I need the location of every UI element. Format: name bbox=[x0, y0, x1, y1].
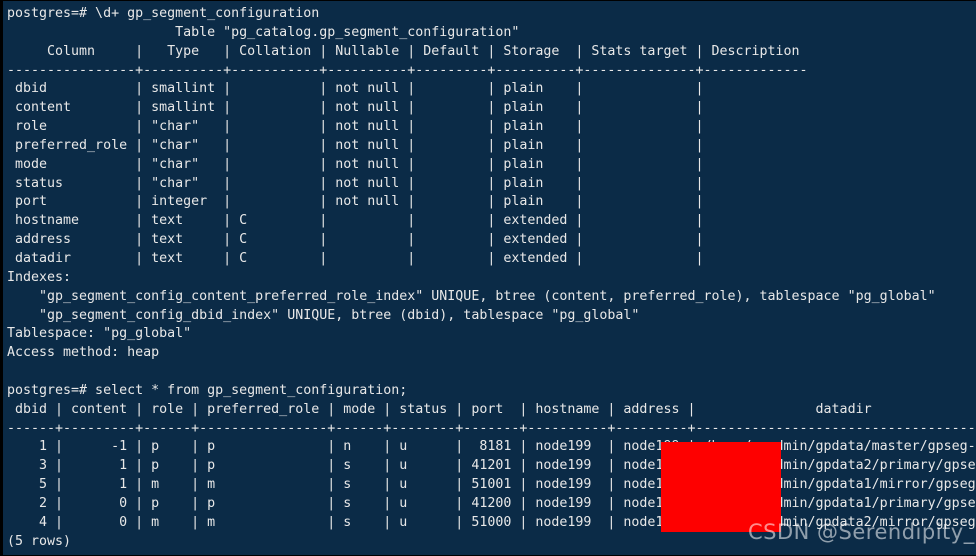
terminal-line: Indexes: bbox=[7, 269, 72, 285]
terminal-line: 5 | 1 | m | m | s | u | 51001 | node199 … bbox=[7, 477, 976, 493]
terminal-line: (5 rows) bbox=[7, 533, 72, 549]
terminal-output-area[interactable]: postgres=# \d+ gp_segment_configuration … bbox=[3, 1, 976, 551]
terminal-line: "gp_segment_config_content_preferred_rol… bbox=[7, 288, 936, 304]
terminal-line: address | text | C | | | extended | | bbox=[7, 232, 712, 248]
terminal-line: Column | Type | Collation | Nullable | D… bbox=[7, 43, 808, 59]
terminal-line: 1 | -1 | p | p | n | u | 8181 | node199 … bbox=[7, 439, 976, 455]
terminal-line: 3 | 1 | p | p | s | u | 41201 | node199 … bbox=[7, 458, 976, 474]
terminal-line: postgres=# select * from gp_segment_conf… bbox=[7, 382, 408, 398]
terminal-window[interactable]: postgres=# \d+ gp_segment_configuration … bbox=[0, 0, 976, 556]
terminal-line: "gp_segment_config_dbid_index" UNIQUE, b… bbox=[7, 307, 640, 323]
terminal-line: port | integer | | not null | | plain | … bbox=[7, 194, 712, 210]
terminal-line: hostname | text | C | | | extended | | bbox=[7, 213, 712, 229]
terminal-line: ------+---------+------+----------------… bbox=[7, 420, 976, 436]
terminal-line: role | "char" | | not null | | plain | | bbox=[7, 119, 712, 135]
terminal-line: 2 | 0 | p | p | s | u | 41200 | node199 … bbox=[7, 495, 976, 511]
terminal-line: postgres=# \d+ gp_segment_configuration bbox=[7, 6, 320, 21]
terminal-line: dbid | smallint | | not null | | plain |… bbox=[7, 81, 712, 97]
terminal-line: datadir | text | C | | | extended | | bbox=[7, 250, 712, 266]
redaction-box bbox=[661, 442, 781, 532]
terminal-line: Tablespace: "pg_global" bbox=[7, 326, 192, 342]
terminal-line: Table "pg_catalog.gp_segment_configurati… bbox=[7, 24, 520, 40]
terminal-line: ----------------+----------+-----------+… bbox=[7, 62, 808, 78]
terminal-line: mode | "char" | | not null | | plain | | bbox=[7, 156, 712, 172]
terminal-line: status | "char" | | not null | | plain |… bbox=[7, 175, 712, 191]
terminal-line: 4 | 0 | m | m | s | u | 51000 | node199 … bbox=[7, 514, 976, 530]
terminal-line: dbid | content | role | preferred_role |… bbox=[7, 401, 976, 417]
terminal-line: Access method: heap bbox=[7, 345, 160, 361]
terminal-line: preferred_role | "char" | | not null | |… bbox=[7, 137, 712, 153]
terminal-line: content | smallint | | not null | | plai… bbox=[7, 100, 712, 116]
